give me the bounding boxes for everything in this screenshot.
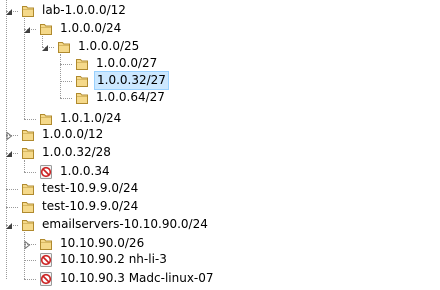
expanded-triangle-icon[interactable] bbox=[4, 148, 14, 158]
folder-icon bbox=[20, 217, 36, 233]
tree-node-1-0-0-34[interactable]: 1.0.0.34 bbox=[0, 163, 440, 181]
folder-icon bbox=[20, 199, 36, 215]
folder-icon bbox=[20, 145, 36, 161]
tree-node-label[interactable]: 1.0.0.0/24 bbox=[58, 20, 123, 37]
blocked-host-icon bbox=[38, 271, 54, 287]
tree-node-label[interactable]: 10.10.90.3 Madc-linux-07 bbox=[58, 270, 216, 287]
tree-node-1-0-0-0-12[interactable]: 1.0.0.0/12 bbox=[0, 126, 440, 144]
expanded-triangle-icon[interactable] bbox=[4, 6, 14, 16]
tree-node-1-0-0-32-27[interactable]: 1.0.0.32/27 bbox=[0, 71, 440, 90]
tree-node-label[interactable]: 10.10.90.0/26 bbox=[58, 235, 146, 252]
folder-icon bbox=[20, 3, 36, 19]
tree-node-label[interactable]: emailservers-10.10.90.0/24 bbox=[40, 216, 210, 233]
folder-icon bbox=[74, 56, 90, 72]
folder-icon bbox=[38, 111, 54, 127]
blocked-host-icon bbox=[38, 252, 54, 268]
blocked-host-icon bbox=[38, 164, 54, 180]
folder-icon bbox=[74, 73, 90, 89]
tree-node-label[interactable]: 1.0.0.0/12 bbox=[40, 126, 105, 143]
tree-node-label[interactable]: 1.0.0.32/28 bbox=[40, 144, 113, 161]
expanded-triangle-icon[interactable] bbox=[4, 220, 14, 230]
tree-node-label[interactable]: 1.0.0.34 bbox=[58, 163, 112, 180]
network-tree: lab-1.0.0.0/12 1.0.0.0/24 1.0.0.0/25 1.0… bbox=[0, 0, 440, 286]
folder-icon bbox=[20, 127, 36, 143]
tree-node-1-0-0-0-25[interactable]: 1.0.0.0/25 bbox=[0, 38, 440, 56]
folder-icon bbox=[74, 90, 90, 106]
tree-node-label[interactable]: 10.10.90.2 nh-li-3 bbox=[58, 251, 169, 268]
tree-node-label[interactable]: test-10.9.9.0/24 bbox=[40, 198, 140, 215]
collapsed-triangle-icon[interactable] bbox=[4, 130, 14, 141]
tree-node-label[interactable]: 1.0.0.32/27 bbox=[94, 71, 169, 90]
tree-node-lab-1-0-0-0-12[interactable]: lab-1.0.0.0/12 bbox=[0, 2, 440, 20]
tree-node-10-10-90-2-nh-li-3[interactable]: 10.10.90.2 nh-li-3 bbox=[0, 251, 440, 269]
expanded-triangle-icon[interactable] bbox=[22, 24, 32, 34]
tree-node-label[interactable]: 1.0.0.64/27 bbox=[94, 89, 167, 106]
folder-icon bbox=[56, 39, 72, 55]
tree-node-10-10-90-3-madc-linux-07[interactable]: 10.10.90.3 Madc-linux-07 bbox=[0, 270, 440, 288]
expanded-triangle-icon[interactable] bbox=[40, 42, 50, 52]
tree-node-label[interactable]: 1.0.0.0/27 bbox=[94, 55, 159, 72]
folder-icon bbox=[20, 181, 36, 197]
tree-node-label[interactable]: test-10.9.9.0/24 bbox=[40, 180, 140, 197]
tree-node-test-10-9-9-0-24[interactable]: test-10.9.9.0/24 bbox=[0, 198, 440, 216]
collapsed-triangle-icon[interactable] bbox=[22, 239, 32, 250]
folder-icon bbox=[38, 236, 54, 252]
tree-node-emailservers-10-10-90-0-24[interactable]: emailservers-10.10.90.0/24 bbox=[0, 216, 440, 234]
tree-node-1-0-0-0-27[interactable]: 1.0.0.0/27 bbox=[0, 55, 440, 73]
tree-node-label[interactable]: lab-1.0.0.0/12 bbox=[40, 2, 128, 19]
tree-node-1-0-0-32-28[interactable]: 1.0.0.32/28 bbox=[0, 144, 440, 162]
tree-node-1-0-0-0-24[interactable]: 1.0.0.0/24 bbox=[0, 20, 440, 38]
tree-node-label[interactable]: 1.0.1.0/24 bbox=[58, 110, 123, 127]
tree-node-label[interactable]: 1.0.0.0/25 bbox=[76, 38, 141, 55]
tree-node-test-10-9-9-0-24[interactable]: test-10.9.9.0/24 bbox=[0, 180, 440, 198]
folder-icon bbox=[38, 21, 54, 37]
tree-node-1-0-0-64-27[interactable]: 1.0.0.64/27 bbox=[0, 89, 440, 107]
